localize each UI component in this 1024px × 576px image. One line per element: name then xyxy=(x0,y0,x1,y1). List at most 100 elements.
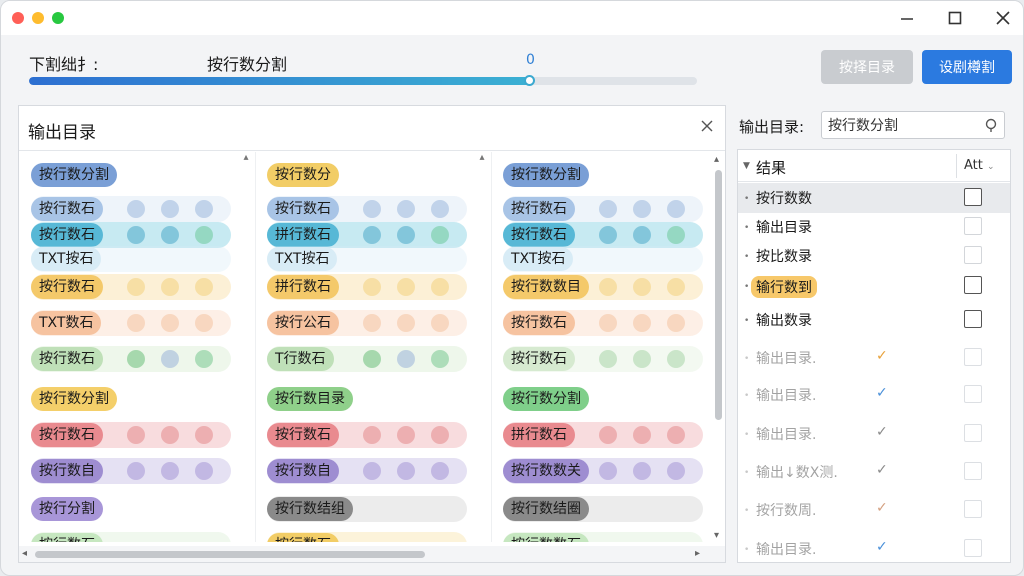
result-item-label: 按行数石 xyxy=(503,197,575,221)
tree-row[interactable]: • 按行数周. ✓ xyxy=(738,495,1010,525)
status-dot-icon xyxy=(633,226,651,244)
result-item[interactable]: 按行数石 xyxy=(503,310,703,336)
result-item[interactable]: 按行数分割 xyxy=(31,386,231,412)
result-item[interactable]: 按行数目录 xyxy=(267,386,467,412)
status-dot-icon xyxy=(195,350,213,368)
row-checkbox[interactable] xyxy=(964,539,982,557)
tree-row[interactable]: • 输出目录. ✓ xyxy=(738,419,1010,449)
result-item-label: 拼行数石 xyxy=(503,423,575,447)
minimize-icon[interactable] xyxy=(895,6,919,30)
result-item[interactable]: TXT数石 xyxy=(31,310,231,336)
tree-row-label: 输出目录 xyxy=(756,220,812,236)
result-item[interactable]: 按行数石 xyxy=(503,196,703,222)
row-checkbox[interactable] xyxy=(964,348,982,366)
result-item[interactable]: 按行数石 xyxy=(31,222,231,248)
tree-row[interactable]: • 输出↓数X测. ✓ xyxy=(738,457,1010,487)
status-dot-icon xyxy=(667,314,685,332)
tree-row[interactable]: • 按行数数 xyxy=(738,183,1010,213)
result-item[interactable]: 按行公石 xyxy=(267,310,467,336)
row-checkbox[interactable] xyxy=(964,276,982,294)
tree-row[interactable]: • 输出目录. ✓ xyxy=(738,534,1010,564)
result-item[interactable]: 按行数石 xyxy=(31,196,231,222)
vertical-scroll-thumb[interactable] xyxy=(715,170,722,420)
result-item[interactable]: TXT按石 xyxy=(503,246,703,272)
result-item[interactable]: 按行数数石 xyxy=(503,532,703,542)
result-item[interactable]: 按行数自 xyxy=(31,458,231,484)
result-item[interactable]: 按行数数目 xyxy=(503,274,703,300)
scroll-up-icon[interactable]: ▴ xyxy=(477,152,487,166)
row-checkbox[interactable] xyxy=(964,462,982,480)
result-item[interactable]: 按行数分 xyxy=(267,162,467,188)
status-dot-icon xyxy=(431,350,449,368)
result-item[interactable]: 按行数石 xyxy=(267,196,467,222)
result-item[interactable]: 按行数石 xyxy=(31,422,231,448)
row-checkbox[interactable] xyxy=(964,310,982,328)
status-dot-icon xyxy=(161,426,179,444)
result-item[interactable]: 拼行数石 xyxy=(503,422,703,448)
status-dot-icon xyxy=(667,462,685,480)
choose-directory-button[interactable]: 按择目录 xyxy=(821,50,913,84)
scroll-left-icon[interactable]: ◂ xyxy=(22,548,27,559)
tree-row[interactable]: • 按比数录 xyxy=(738,241,1010,271)
status-dot-icon xyxy=(363,278,381,296)
result-item[interactable]: 按行数石 xyxy=(31,346,231,372)
vertical-scrollbar[interactable]: ▴ ▾ xyxy=(712,152,724,544)
row-checkbox[interactable] xyxy=(964,217,982,235)
scroll-right-icon[interactable]: ▸ xyxy=(695,548,700,559)
output-directory-input[interactable] xyxy=(821,111,1005,139)
horizontal-scroll-thumb[interactable] xyxy=(35,551,425,558)
panel-close-icon[interactable] xyxy=(699,118,715,134)
row-checkbox[interactable] xyxy=(964,424,982,442)
status-dot-icon xyxy=(397,462,415,480)
tree-row[interactable]: • 输出目录. ✓ xyxy=(738,380,1010,410)
scroll-up-icon[interactable]: ▴ xyxy=(241,152,251,166)
row-checkbox[interactable] xyxy=(964,385,982,403)
result-item[interactable]: 按行数数关 xyxy=(503,458,703,484)
result-item[interactable]: 按行数石 xyxy=(267,422,467,448)
row-checkbox[interactable] xyxy=(964,246,982,264)
result-item[interactable]: 按行数石 xyxy=(267,532,467,542)
tree-row-label: 输出目录. xyxy=(756,542,817,558)
close-traffic-light[interactable] xyxy=(12,12,24,24)
close-icon[interactable] xyxy=(991,6,1015,30)
result-item[interactable]: 按行数石 xyxy=(503,222,703,248)
result-item[interactable]: TXT按石 xyxy=(267,246,467,272)
scroll-down-icon[interactable]: ▾ xyxy=(714,530,719,541)
tree-bullet-icon: • xyxy=(744,468,750,478)
result-item[interactable]: 按行数石 xyxy=(31,532,231,542)
tree-row[interactable]: • 输出数录 xyxy=(738,305,1010,335)
zoom-traffic-light[interactable] xyxy=(52,12,64,24)
tree-row[interactable]: • 输出目录 xyxy=(738,212,1010,242)
status-dot-icon xyxy=(667,278,685,296)
start-split-button[interactable]: 设剧樽割 xyxy=(922,50,1012,84)
result-item[interactable]: T行数石 xyxy=(267,346,467,372)
minimize-traffic-light[interactable] xyxy=(32,12,44,24)
result-item-label: 按行数石 xyxy=(31,197,103,221)
result-item-label: 按行数分割 xyxy=(503,163,589,187)
result-item[interactable]: 拼行数石 xyxy=(267,222,467,248)
collapse-caret-icon[interactable]: ▼ xyxy=(743,161,750,171)
tree-row[interactable]: • 输行数到 xyxy=(738,271,1010,301)
result-item[interactable]: 拼行数石 xyxy=(267,274,467,300)
progress-knob[interactable] xyxy=(524,75,535,86)
search-icon[interactable] xyxy=(983,117,999,133)
check-mark-icon: ✓ xyxy=(876,500,888,516)
result-item[interactable]: 按行数石 xyxy=(31,274,231,300)
result-item[interactable]: 按行数结组 xyxy=(267,496,467,522)
row-checkbox[interactable] xyxy=(964,500,982,518)
row-checkbox[interactable] xyxy=(964,188,982,206)
result-item[interactable]: 按行数自 xyxy=(267,458,467,484)
result-item[interactable]: 按行数分割 xyxy=(503,386,703,412)
status-dot-icon xyxy=(363,462,381,480)
horizontal-scrollbar[interactable]: ◂ ▸ xyxy=(19,546,725,562)
result-item[interactable]: 按行数石 xyxy=(503,346,703,372)
result-item[interactable]: 按行数分割 xyxy=(31,162,231,188)
maximize-icon[interactable] xyxy=(943,6,967,30)
result-item[interactable]: TXT按石 xyxy=(31,246,231,272)
result-item[interactable]: 按行数结圈 xyxy=(503,496,703,522)
result-item[interactable]: 按行数分割 xyxy=(503,162,703,188)
result-item[interactable]: 按行分割 xyxy=(31,496,231,522)
tree-column-header[interactable]: Att ⌄ xyxy=(964,158,995,173)
scroll-up-icon[interactable]: ▴ xyxy=(714,154,719,165)
tree-row[interactable]: • 输出目录. ✓ xyxy=(738,343,1010,373)
